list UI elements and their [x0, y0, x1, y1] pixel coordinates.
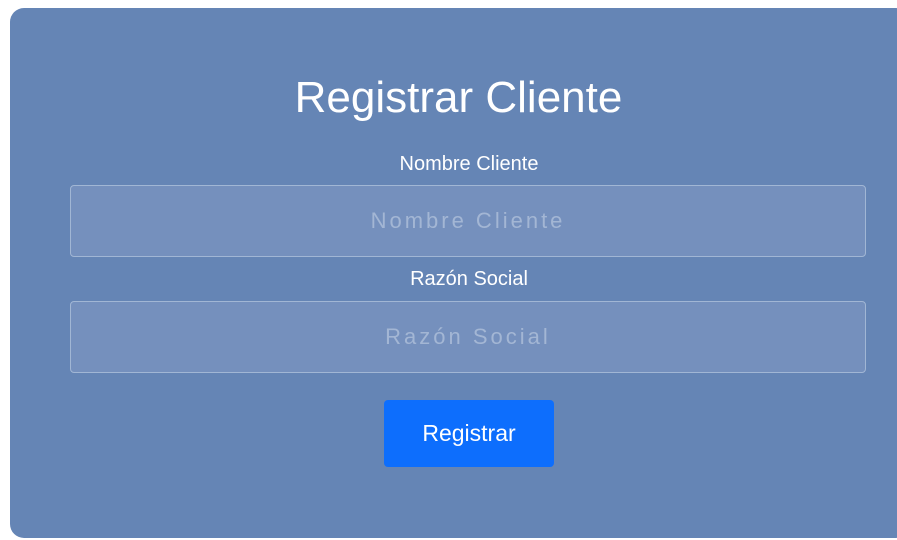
client-name-label: Nombre Cliente: [399, 153, 539, 175]
company-name-label: Razón Social: [410, 268, 528, 290]
page-title: Registrar Cliente: [294, 73, 623, 122]
client-name-input[interactable]: [70, 185, 866, 257]
company-name-input[interactable]: [70, 301, 866, 373]
register-button[interactable]: Registrar: [384, 400, 554, 467]
register-client-card: Registrar Cliente Nombre Cliente Razón S…: [10, 8, 897, 538]
